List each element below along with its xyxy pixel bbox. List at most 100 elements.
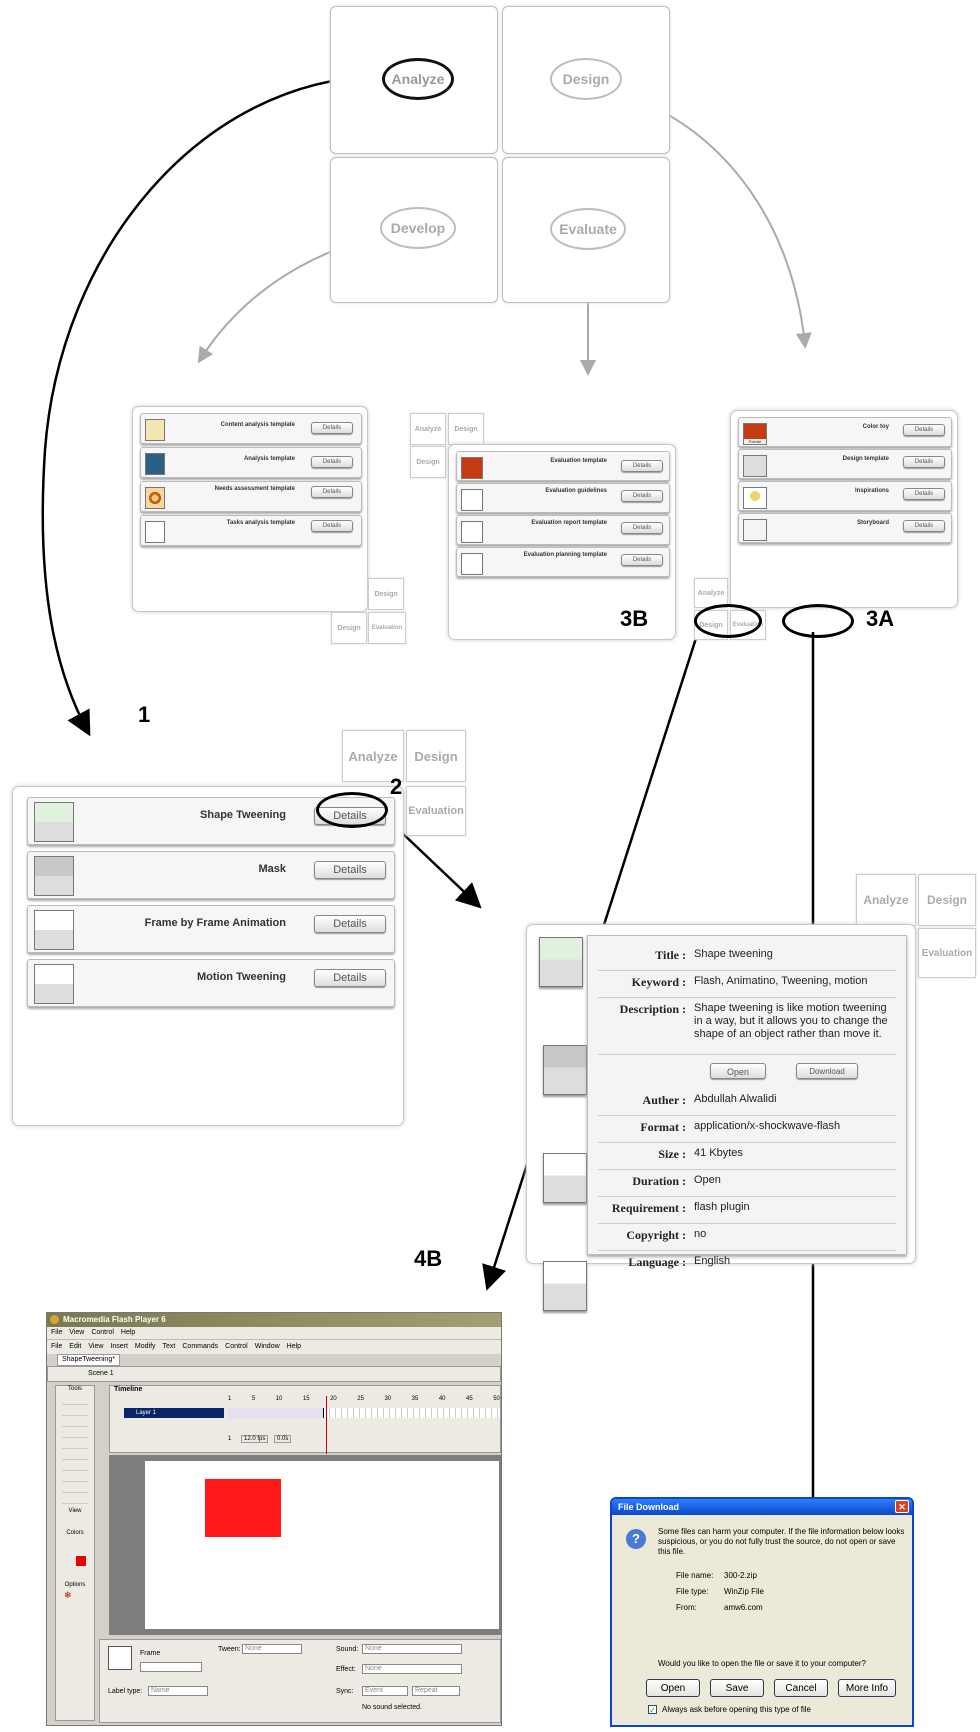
details-button[interactable]: Details <box>903 456 945 468</box>
tab-evaluation[interactable]: Evaluation <box>406 786 466 836</box>
list-item: Analysis template Details <box>140 447 362 478</box>
details-button[interactable]: Details <box>903 424 945 436</box>
red-rectangle-shape[interactable] <box>205 1479 281 1537</box>
view-tools[interactable] <box>56 1514 94 1530</box>
tab-design[interactable]: Design <box>918 874 976 926</box>
always-ask-label: Always ask before opening this type of f… <box>662 1705 811 1714</box>
menu-window[interactable]: Window <box>255 1343 280 1350</box>
stage <box>145 1461 499 1629</box>
mask-icon[interactable] <box>543 1045 587 1095</box>
sound-select[interactable]: None <box>362 1644 462 1654</box>
develop-oval[interactable]: Develop <box>380 207 456 249</box>
open-button[interactable]: Open <box>710 1063 766 1079</box>
details-button[interactable]: Details <box>314 915 386 933</box>
from-value: amw6.com <box>724 1603 763 1612</box>
details-button[interactable]: Details <box>314 969 386 987</box>
evaluate-oval[interactable]: Evaluate <box>550 208 626 250</box>
shape-tween-icon[interactable] <box>539 937 583 987</box>
tab-analyze[interactable]: Analyze <box>410 413 446 445</box>
menu-commands[interactable]: Commands <box>182 1343 218 1350</box>
lightbulb-icon <box>743 487 767 509</box>
magnet-icon[interactable]: ❄ <box>64 1590 86 1602</box>
menu-file[interactable]: File <box>51 1329 62 1336</box>
frame-number: 10 <box>275 1396 283 1402</box>
stage-area <box>109 1455 501 1635</box>
doc-tab-bar: ShapeTweening* <box>47 1354 501 1366</box>
cancel-button[interactable]: Cancel <box>774 1679 828 1697</box>
always-ask-checkbox[interactable]: ✓ <box>648 1705 657 1715</box>
book-icon <box>461 521 483 543</box>
menu-control[interactable]: Control <box>225 1343 248 1350</box>
tab-evaluation[interactable]: Evaluation <box>368 612 406 644</box>
tab-design[interactable]: Design <box>448 413 484 445</box>
details-button[interactable]: Details <box>311 520 353 532</box>
tab-analyze[interactable]: Analyze <box>856 874 916 926</box>
menu-insert[interactable]: Insert <box>110 1343 128 1350</box>
details-button[interactable]: Details <box>311 486 353 498</box>
tool-icons[interactable] <box>62 1394 88 1506</box>
planning-icon <box>461 553 483 575</box>
color-buttons[interactable] <box>56 1570 94 1582</box>
menu-help[interactable]: Help <box>287 1343 301 1350</box>
menu-view[interactable]: View <box>69 1329 84 1336</box>
properties-panel: Frame Tween: None Label type: Name Sound… <box>99 1639 501 1723</box>
playhead[interactable] <box>326 1396 327 1454</box>
tab-design[interactable]: Design <box>331 612 367 644</box>
label-type-select[interactable]: Name <box>148 1686 208 1696</box>
item-title: Needs assessment template <box>214 486 295 492</box>
menu-view[interactable]: View <box>88 1343 103 1350</box>
open-button[interactable]: Open <box>646 1679 700 1697</box>
options-label: Options <box>64 1582 86 1588</box>
details-button[interactable]: Details <box>621 554 663 566</box>
frame-number: 50 <box>493 1396 500 1402</box>
design-oval[interactable]: Design <box>550 58 622 100</box>
details-button[interactable]: Details <box>903 520 945 532</box>
menu-help[interactable]: Help <box>121 1329 135 1336</box>
details-button[interactable]: Details <box>311 456 353 468</box>
motion-tween-icon[interactable] <box>543 1261 587 1311</box>
details-button[interactable]: Details <box>311 422 353 434</box>
repeat-select[interactable]: Repeat <box>412 1686 460 1696</box>
details-button[interactable]: Details <box>621 490 663 502</box>
menu-edit[interactable]: Edit <box>69 1343 81 1350</box>
author-label: Auther : <box>642 1093 686 1107</box>
layer-name: Layer 1 <box>136 1410 157 1416</box>
analyze-oval[interactable]: Analyze <box>382 58 454 100</box>
details-button[interactable]: Details <box>903 488 945 500</box>
frame-number: 35 <box>411 1396 419 1402</box>
menu-text[interactable]: Text <box>163 1343 176 1350</box>
menu-control[interactable]: Control <box>91 1329 114 1336</box>
frame-cells[interactable] <box>228 1408 500 1418</box>
save-button[interactable]: Save <box>710 1679 764 1697</box>
label-type-label: Label type: <box>108 1688 143 1695</box>
effect-select[interactable]: None <box>362 1664 462 1674</box>
details-button[interactable]: Details <box>314 861 386 879</box>
details-button[interactable]: Details <box>621 460 663 472</box>
tab-design[interactable]: Design <box>410 446 446 478</box>
description-label: Description : <box>619 1002 686 1016</box>
frames-icon[interactable] <box>543 1153 587 1203</box>
tab-design[interactable]: Design <box>406 730 466 782</box>
details-button[interactable]: Details <box>621 522 663 534</box>
scene-label[interactable]: Scene 1 <box>88 1370 114 1377</box>
keyword-value: Flash, Animatino, Tweening, motion <box>694 975 868 987</box>
develop-template-panel: Shape Tweening Details Mask Details Fram… <box>12 786 404 1126</box>
stroke-color-icon[interactable] <box>64 1538 86 1554</box>
frame-name-input[interactable] <box>140 1662 202 1672</box>
close-icon[interactable]: ✕ <box>895 1500 909 1513</box>
download-button[interactable]: Download <box>796 1063 858 1079</box>
doc-tab[interactable]: ShapeTweening* <box>57 1354 120 1366</box>
frame-number: 1 <box>228 1396 232 1402</box>
fill-color-swatch[interactable] <box>64 1556 86 1568</box>
item-title: Evaluation planning template <box>523 552 607 558</box>
file-name-value: 300-2.zip <box>724 1571 757 1580</box>
more-info-button[interactable]: More Info <box>838 1679 896 1697</box>
menu-modify[interactable]: Modify <box>135 1343 156 1350</box>
row-copyright: Copyright : no <box>598 1224 896 1251</box>
tween-select[interactable]: None <box>242 1644 302 1654</box>
tab-design[interactable]: Design <box>368 578 404 610</box>
tab-evaluation[interactable]: Evaluation <box>918 928 976 978</box>
layer-row[interactable]: Layer 1 <box>124 1408 224 1418</box>
sync-select[interactable]: Event <box>362 1686 408 1696</box>
menu-file[interactable]: File <box>51 1343 62 1350</box>
